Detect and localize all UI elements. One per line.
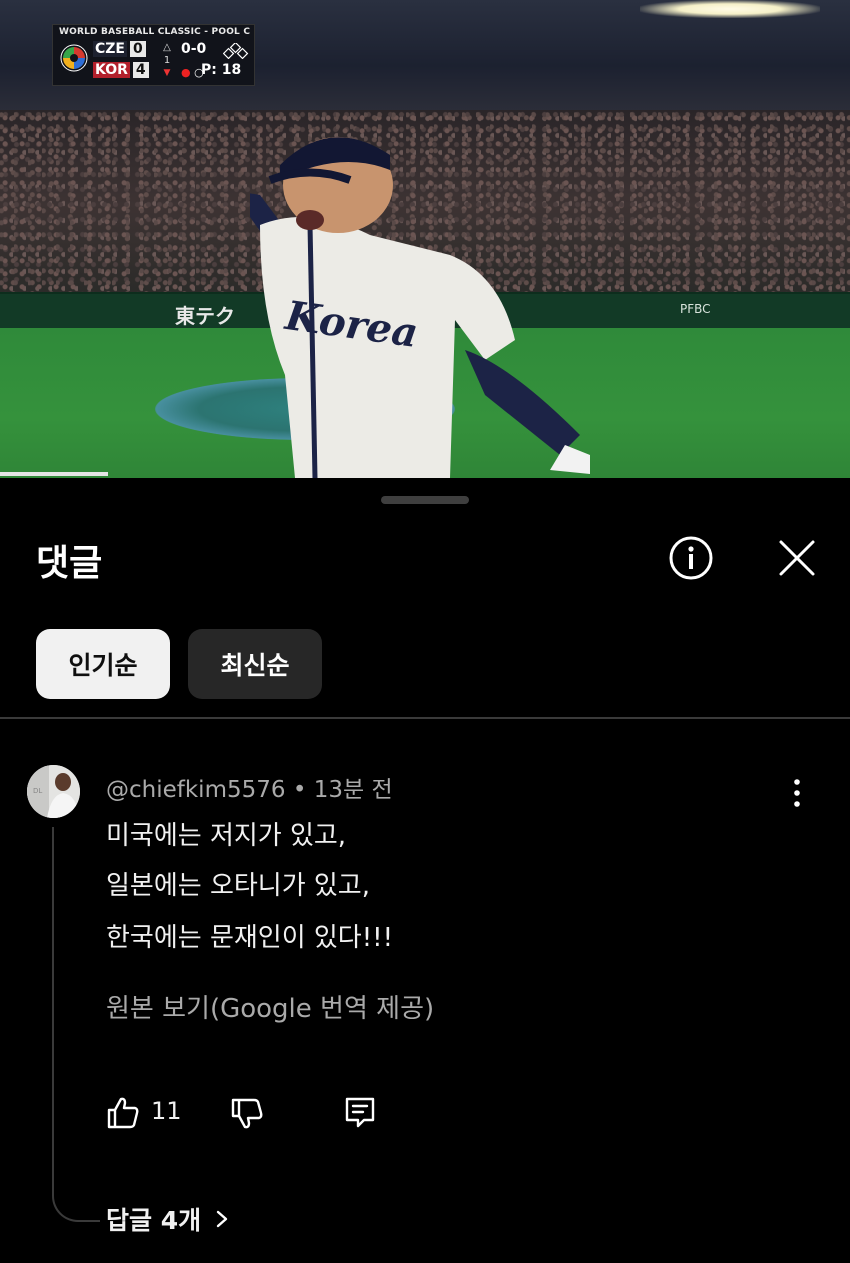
scoreboard-title: WORLD BASEBALL CLASSIC - POOL C: [59, 27, 251, 37]
comment-time: 13분 전: [313, 777, 393, 803]
comment-text-line: 일본에는 오타니가 있고,: [106, 871, 370, 901]
close-icon[interactable]: [776, 537, 818, 579]
replies-label: 답글 4개: [106, 1206, 202, 1235]
reply-thread-line: [52, 827, 100, 1222]
stadium-lights: [640, 0, 820, 18]
wall-sign: 東テク: [175, 304, 235, 328]
video-progress-bar[interactable]: [0, 472, 108, 476]
inning-down-icon: ▼: [163, 68, 171, 78]
divider: [0, 717, 850, 719]
scoreboard: WORLD BASEBALL CLASSIC - POOL C CZE 0 KOR…: [52, 24, 255, 86]
inning-indicator: △ 1 ▼: [162, 41, 172, 80]
sheet-drag-handle[interactable]: [381, 496, 469, 504]
chevron-right-icon: [216, 1210, 228, 1228]
home-team: KOR: [93, 62, 130, 78]
thumbs-up-icon[interactable]: [106, 1096, 140, 1130]
away-score: 0: [130, 41, 146, 57]
away-team: CZE: [93, 41, 127, 57]
inning-number: 1: [163, 55, 171, 66]
wall-sign-right: PFBC: [680, 302, 711, 316]
comment-text-line: 미국에는 저지가 있고,: [106, 821, 347, 851]
away-team-row: CZE 0: [93, 41, 146, 57]
home-score: 4: [132, 62, 149, 78]
sheet-title: 댓글: [36, 543, 103, 584]
comment-text-line: 한국에는 문재인이 있다!!!: [106, 923, 393, 953]
reply-icon[interactable]: [343, 1095, 377, 1129]
comment-author[interactable]: @chiefkim5576: [106, 777, 286, 803]
avatar[interactable]: DL: [27, 765, 80, 818]
sort-chip-popular[interactable]: 인기순: [36, 629, 170, 699]
inning-up-icon: △: [163, 42, 171, 53]
svg-text:DL: DL: [33, 787, 42, 795]
like-count: 11: [151, 1097, 182, 1125]
info-icon[interactable]: [668, 535, 714, 581]
comment-meta: @chiefkim5576 • 13분 전: [106, 770, 393, 804]
player-figure: Korea: [186, 125, 640, 478]
pitch-count: P: 18: [201, 62, 242, 78]
meta-separator: •: [292, 777, 314, 803]
see-original-link[interactable]: 원본 보기(Google 번역 제공): [106, 988, 434, 1025]
ball-strike-count: 0-0: [181, 41, 207, 57]
bases-icon: [223, 43, 249, 59]
more-options-icon[interactable]: [782, 776, 812, 810]
video-player[interactable]: 東テク PFBC Korea WORLD BASEBALL CLASSIC - …: [0, 0, 850, 478]
sort-chip-newest[interactable]: 최신순: [188, 629, 322, 699]
thumbs-down-icon[interactable]: [230, 1096, 264, 1130]
wbc-logo-icon: [60, 44, 88, 72]
home-team-row: KOR 4: [93, 62, 149, 78]
view-replies-button[interactable]: 답글 4개: [106, 1201, 229, 1237]
